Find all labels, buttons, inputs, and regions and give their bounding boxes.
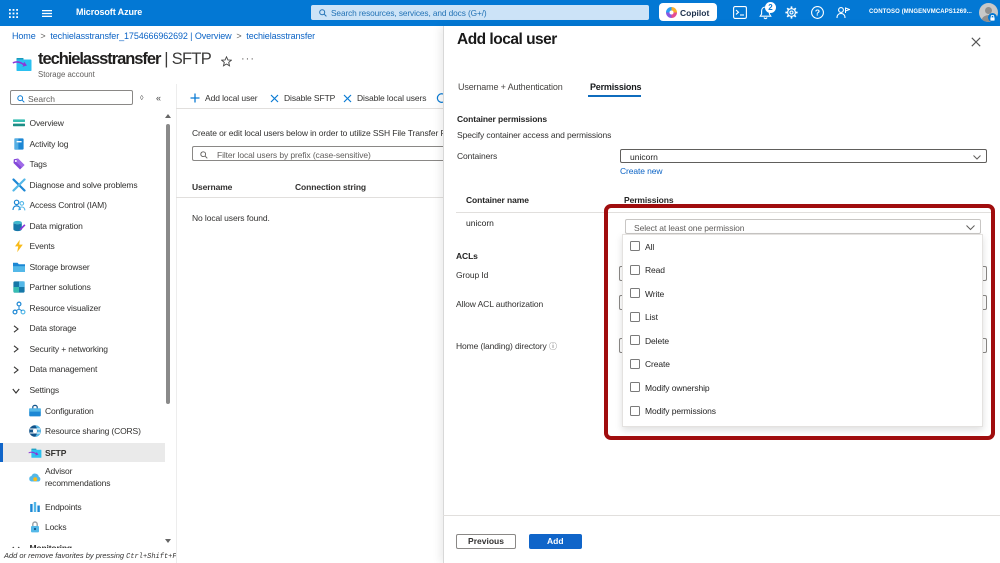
svg-text:?: ? xyxy=(815,7,820,17)
